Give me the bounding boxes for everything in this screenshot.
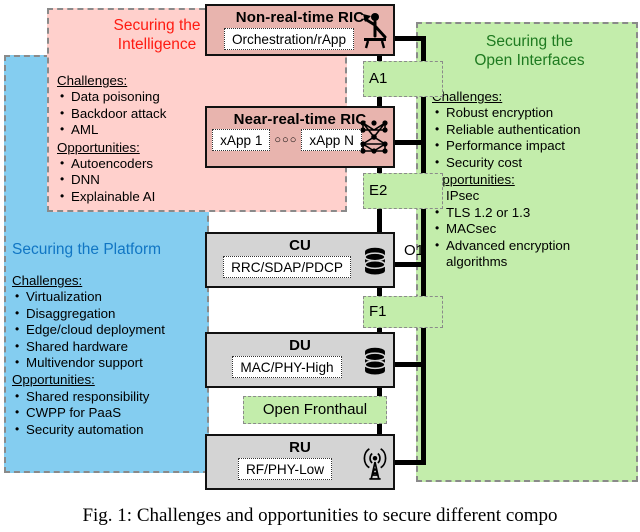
- interface-label-a1: A1: [363, 61, 443, 97]
- open-interfaces-lists: Challenges: Robust encryption Reliable a…: [432, 88, 632, 270]
- list-item: Data poisoning: [57, 88, 252, 105]
- xapp-ellipsis: ○○○: [274, 134, 298, 146]
- interface-label-open-fronthaul: Open Fronthaul: [243, 396, 387, 424]
- bus-stub-ru: [393, 460, 426, 465]
- interface-o1-text: O1: [404, 242, 425, 259]
- open-interfaces-challenges-list: Robust encryption Reliable authenticatio…: [432, 104, 632, 171]
- bus-stub-near-rt-ric: [393, 140, 425, 145]
- platform-challenges-list: Virtualization Disaggregation Edge/cloud…: [12, 288, 207, 371]
- block-ru[interactable]: RU RF/PHY-Low: [205, 434, 395, 490]
- platform-lists: Challenges: Virtualization Disaggregatio…: [12, 272, 207, 438]
- interface-fronthaul-text: Open Fronthaul: [262, 401, 368, 418]
- list-item: Robust encryption: [432, 104, 632, 121]
- region-title-open-interfaces: Securing the Open Interfaces: [474, 33, 585, 69]
- block-du[interactable]: DU MAC/PHY-High: [205, 332, 395, 388]
- antenna-tower-icon: [363, 448, 387, 480]
- list-item: Shared responsibility: [12, 388, 207, 405]
- bus-stub-du: [393, 362, 425, 367]
- list-item: Shared hardware: [12, 338, 207, 355]
- open-interfaces-opportunities-list: IPsec TLS 1.2 or 1.3 MACsec Advanced enc…: [432, 187, 632, 271]
- interface-label-o1: O1: [399, 236, 443, 266]
- list-item: MACsec: [432, 220, 632, 237]
- interface-f1-text: F1: [369, 303, 387, 320]
- intelligence-challenges-label: Challenges:: [57, 73, 128, 88]
- interface-e2-text: E2: [369, 182, 388, 199]
- interface-label-f1: F1: [363, 296, 443, 328]
- oran-architecture-diagram: Securing the Intelligence Securing the Ope…: [0, 0, 640, 532]
- list-item: CWPP for PaaS: [12, 404, 207, 421]
- block-cu[interactable]: CU RRC/SDAP/PDCP: [205, 232, 395, 288]
- list-item: Security automation: [12, 421, 207, 438]
- bus-stub-non-rt-ric: [393, 36, 425, 41]
- list-item: Multivendor support: [12, 354, 207, 371]
- list-item: Edge/cloud deployment: [12, 321, 207, 338]
- open-interfaces-opportunities-label: Opportunities:: [432, 172, 515, 188]
- block-inner-xapp-1: xApp 1: [212, 129, 271, 151]
- block-inner-ru-layers: RF/PHY-Low: [237, 458, 333, 480]
- platform-opportunities-label: Opportunities:: [12, 372, 95, 388]
- open-interfaces-challenges-label: Challenges:: [432, 89, 503, 104]
- region-title-platform: Securing the Platform: [12, 241, 162, 258]
- database-icon: [364, 247, 386, 275]
- database-icon: [364, 347, 386, 375]
- platform-opportunities-list: Shared responsibility CWPP for PaaS Secu…: [12, 388, 207, 438]
- block-inner-du-layers: MAC/PHY-High: [232, 356, 342, 378]
- list-item: Disaggregation: [12, 305, 207, 322]
- block-inner-cu-layers: RRC/SDAP/PDCP: [223, 256, 351, 278]
- presenter-icon: [363, 13, 387, 49]
- figure-caption: Fig. 1: Challenges and opportunities to …: [82, 505, 558, 526]
- list-item: Advanced encryption algorithms: [432, 237, 632, 271]
- platform-challenges-label: Challenges:: [12, 273, 83, 288]
- block-near-rt-ric[interactable]: Near-real-time RIC xApp 1 ○○○ xApp N: [205, 106, 395, 168]
- interface-a1-text: A1: [369, 70, 388, 87]
- block-inner-orchestration: Orchestration/rApp: [223, 28, 355, 50]
- list-item: Security cost: [432, 154, 632, 171]
- list-item: TLS 1.2 or 1.3: [432, 204, 632, 221]
- list-item: DNN: [57, 171, 252, 188]
- list-item: Virtualization: [12, 288, 207, 305]
- neural-network-icon: [360, 120, 388, 154]
- block-non-rt-ric[interactable]: Non-real-time RIC Orchestration/rApp: [205, 4, 395, 56]
- interface-label-e2: E2: [363, 173, 443, 209]
- block-inner-xapp-n: xApp N: [301, 129, 362, 151]
- list-item: Explainable AI: [57, 188, 252, 205]
- list-item: IPsec: [432, 187, 632, 204]
- list-item: Reliable authentication: [432, 121, 632, 138]
- list-item: Performance impact: [432, 137, 632, 154]
